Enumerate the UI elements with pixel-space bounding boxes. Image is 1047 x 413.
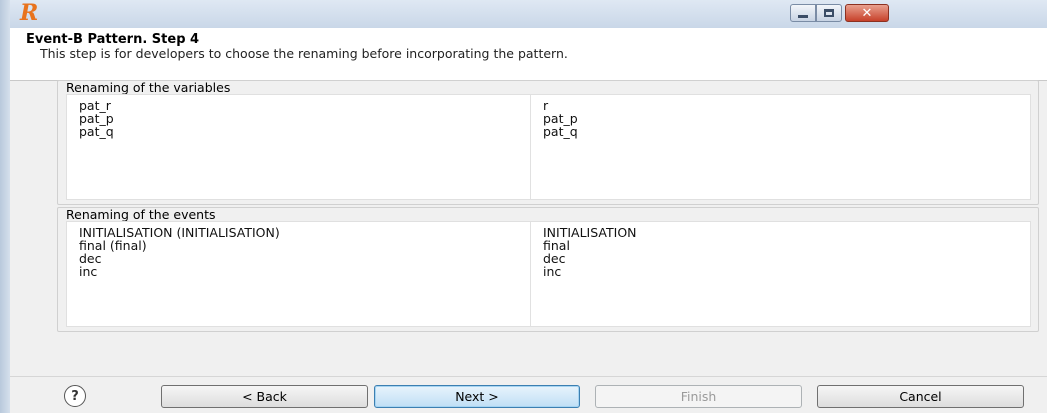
help-button[interactable]: ?	[64, 385, 86, 407]
events-group-label: Renaming of the events	[66, 208, 220, 221]
close-icon: ✕	[861, 5, 873, 21]
maximize-icon	[824, 9, 834, 17]
next-button[interactable]: Next >	[374, 385, 580, 408]
events-renaming-group: Renaming of the events INITIALISATION (I…	[57, 207, 1039, 332]
events-renamed-column: INITIALISATION final dec inc	[531, 222, 1030, 326]
variable-renamed-cell[interactable]: pat_q	[543, 125, 578, 138]
maximize-button[interactable]	[816, 4, 842, 22]
minimize-button[interactable]	[790, 4, 816, 22]
title-bar[interactable]: R ✕	[10, 0, 1047, 28]
variables-renaming-group: Renaming of the variables pat_r pat_p pa…	[57, 80, 1039, 205]
close-button[interactable]: ✕	[845, 4, 889, 22]
variables-group-label: Renaming of the variables	[66, 81, 235, 94]
events-table[interactable]: INITIALISATION (INITIALISATION) final (f…	[66, 221, 1031, 327]
variables-table[interactable]: pat_r pat_p pat_q r pat_p pat_q	[66, 94, 1031, 200]
variables-original-column: pat_r pat_p pat_q	[67, 95, 531, 199]
finish-button[interactable]: Finish	[595, 385, 802, 408]
back-button[interactable]: < Back	[161, 385, 368, 408]
event-original-cell[interactable]: inc	[79, 265, 97, 278]
minimize-icon	[798, 15, 808, 18]
cancel-button[interactable]: Cancel	[817, 385, 1024, 408]
footer-divider	[10, 376, 1047, 377]
help-icon: ?	[71, 388, 79, 404]
variables-renamed-column: r pat_p pat_q	[531, 95, 1030, 199]
page-title: Event-B Pattern. Step 4	[26, 32, 200, 47]
page-description: This step is for developers to choose th…	[40, 46, 568, 61]
app-logo-icon: R	[20, 0, 39, 26]
variable-original-cell[interactable]: pat_q	[79, 125, 114, 138]
events-original-column: INITIALISATION (INITIALISATION) final (f…	[67, 222, 531, 326]
wizard-header: Event-B Pattern. Step 4 This step is for…	[10, 28, 1047, 81]
event-renamed-cell[interactable]: inc	[543, 265, 561, 278]
wizard-dialog: R ✕ Event-B Pattern. Step 4 This step is…	[10, 0, 1047, 413]
